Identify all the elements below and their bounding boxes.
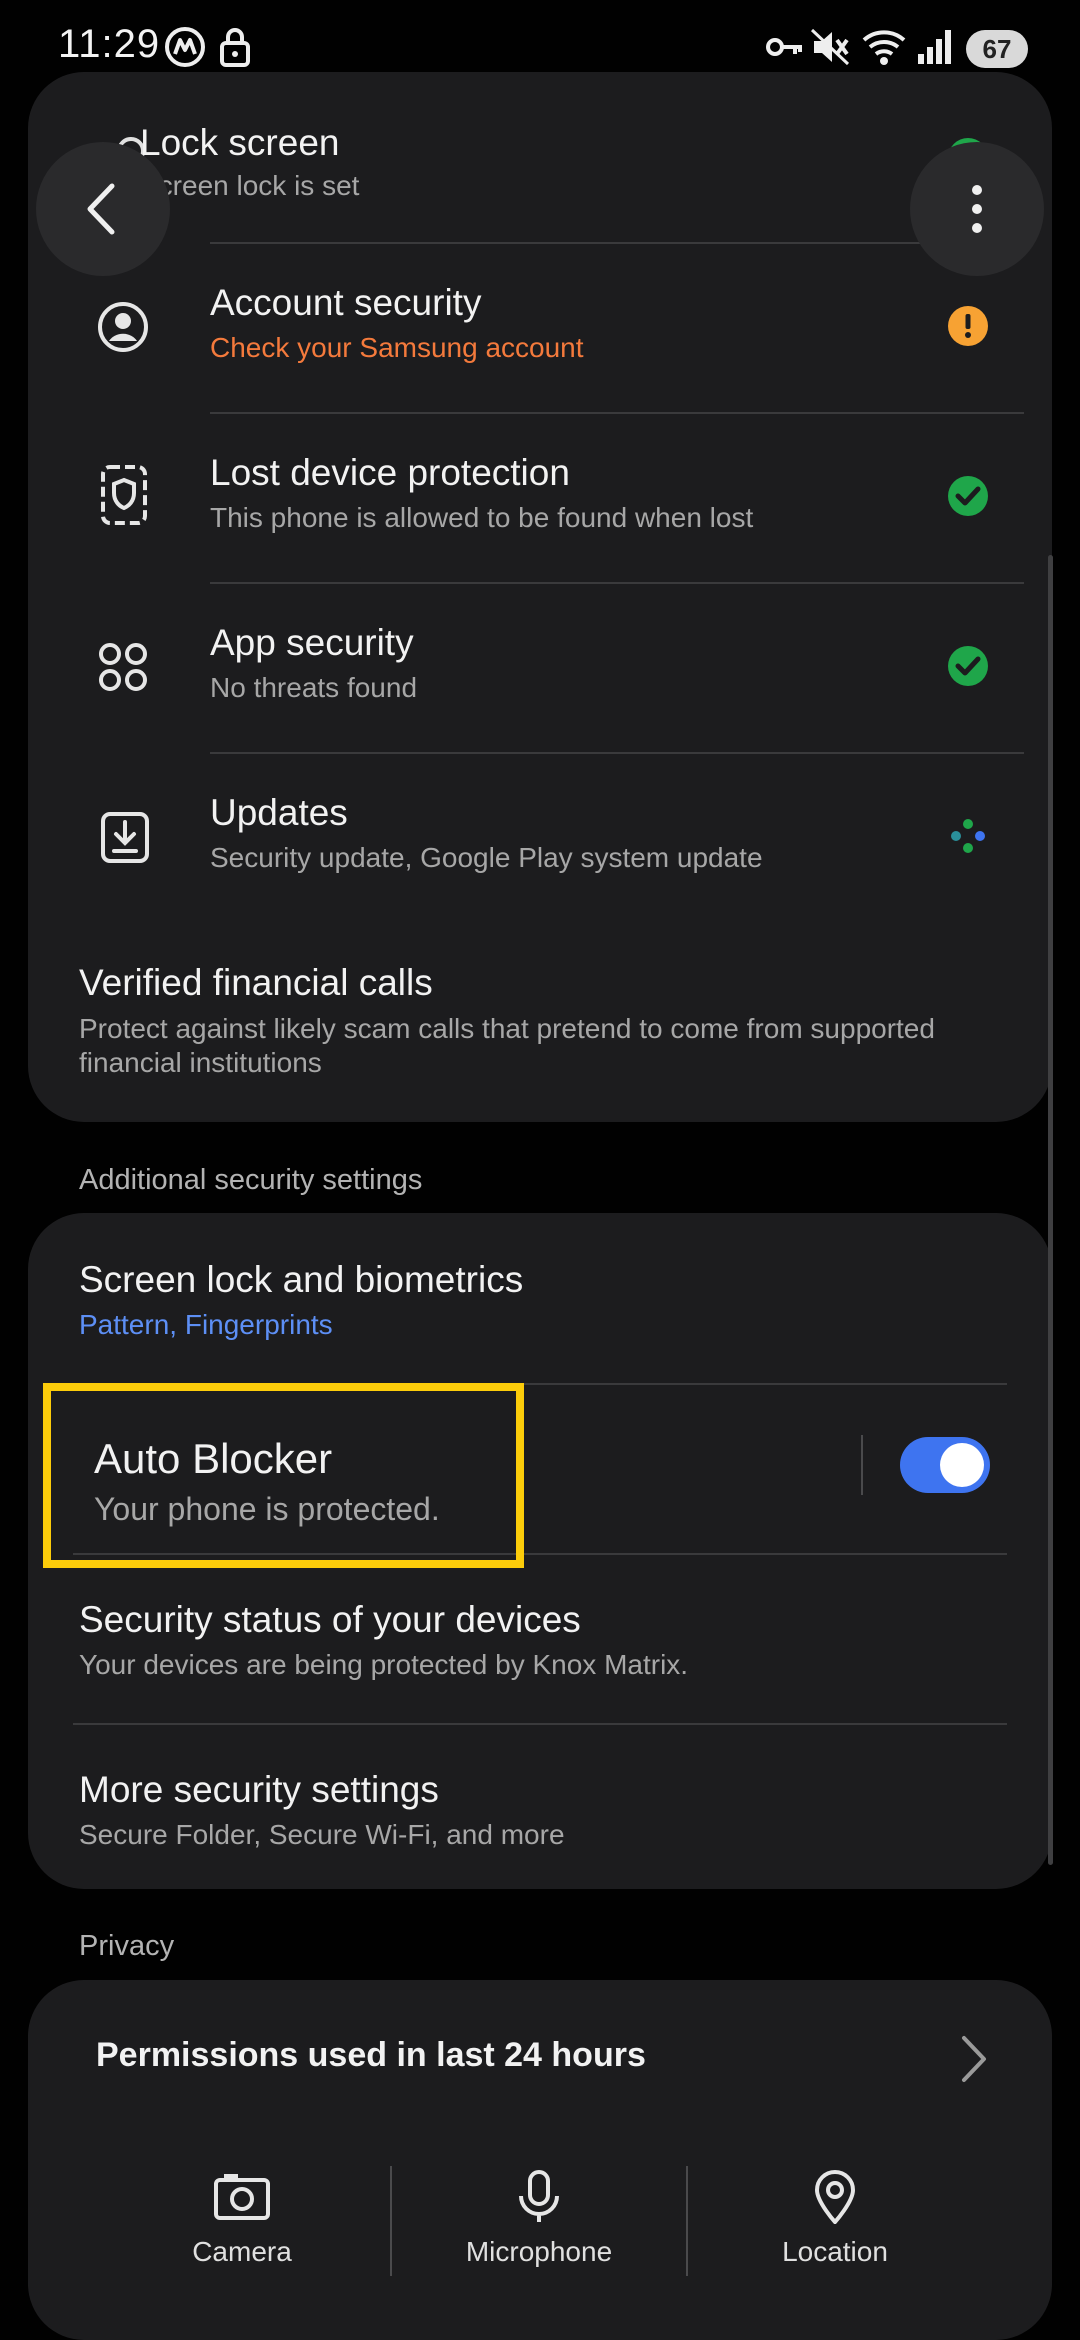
row-title: Account security	[210, 282, 482, 323]
row-subtitle: Secure Folder, Secure Wi-Fi, and more	[79, 1819, 565, 1850]
permission-label: Microphone	[465, 2236, 613, 2267]
device-shield-icon	[101, 465, 147, 525]
apps-grid-icon	[99, 643, 147, 691]
microphone-icon	[519, 2170, 559, 2222]
toggle-separator	[861, 1435, 863, 1495]
row-title: Permissions used in last 24 hours	[96, 2036, 646, 2074]
chevron-right-icon	[962, 2036, 986, 2082]
row-title: Updates	[210, 792, 348, 833]
permission-separator	[390, 2166, 392, 2276]
scrollbar[interactable]	[1048, 555, 1053, 1865]
highlight-box	[43, 1383, 524, 1568]
status-time: 11:29	[58, 22, 161, 66]
account-icon	[98, 302, 148, 352]
security-overview-card: Lock screen Screen lock is set Account s…	[28, 72, 1052, 1122]
permission-separator	[686, 2166, 688, 2276]
app-security-row[interactable]: App security No threats found	[28, 584, 1052, 752]
row-subtitle: Screen lock is set	[140, 170, 360, 201]
row-title: Security status of your devices	[79, 1599, 581, 1640]
security-status-devices-row[interactable]: Security status of your devices Your dev…	[28, 1555, 1052, 1723]
section-header-privacy: Privacy	[79, 1930, 175, 1962]
check-status-icon	[948, 476, 988, 516]
row-subtitle: Protect against likely scam calls that p…	[79, 1013, 935, 1078]
download-box-icon	[101, 812, 149, 863]
row-subtitle: No threats found	[210, 672, 418, 703]
row-subtitle: Your devices are being protected by Knox…	[79, 1649, 689, 1680]
permissions-used-row[interactable]: Permissions used in last 24 hours	[28, 1980, 1052, 2130]
permission-microphone[interactable]: Microphone	[409, 2170, 669, 2268]
row-subtitle: Check your Samsung account	[210, 332, 584, 363]
more-security-settings-row[interactable]: More security settings Secure Folder, Se…	[28, 1725, 1052, 1889]
row-title: Verified financial calls	[79, 962, 433, 1003]
account-security-row[interactable]: Account security Check your Samsung acco…	[28, 244, 1052, 412]
permission-label: Location	[782, 2236, 888, 2267]
signal-icon	[918, 30, 951, 64]
permission-label: Camera	[192, 2236, 292, 2267]
row-title: App security	[210, 622, 414, 663]
updates-row[interactable]: Updates Security update, Google Play sys…	[28, 754, 1052, 922]
verified-financial-calls-row[interactable]: Verified financial calls Protect against…	[28, 924, 1052, 1114]
row-title: Lost device protection	[210, 452, 570, 493]
lost-device-protection-row[interactable]: Lost device protection This phone is all…	[28, 414, 1052, 582]
row-subtitle: This phone is allowed to be found when l…	[210, 502, 754, 533]
warning-status-icon	[948, 306, 988, 346]
chevron-left-icon	[87, 183, 115, 235]
row-title: More security settings	[79, 1769, 439, 1810]
location-pin-icon	[814, 2170, 856, 2224]
row-title: Lock screen	[140, 122, 340, 163]
permission-location[interactable]: Location	[705, 2170, 965, 2268]
permission-camera[interactable]: Camera	[112, 2170, 372, 2268]
battery-icon: 67	[966, 30, 1028, 68]
row-title: Screen lock and biometrics	[79, 1259, 524, 1300]
screen-lock-biometrics-row[interactable]: Screen lock and biometrics Pattern, Fing…	[28, 1213, 1052, 1381]
camera-icon	[214, 2174, 270, 2220]
check-status-icon	[948, 646, 988, 686]
auto-blocker-toggle[interactable]	[900, 1437, 990, 1493]
lock-icon	[220, 28, 250, 67]
row-subtitle: Pattern, Fingerprints	[79, 1309, 333, 1340]
vpn-key-icon	[766, 38, 802, 56]
section-header-additional: Additional security settings	[79, 1164, 423, 1196]
toggle-knob	[940, 1443, 984, 1487]
loading-dots-icon	[951, 819, 985, 853]
lock-screen-row[interactable]: Lock screen Screen lock is set	[28, 72, 1052, 242]
more-vertical-icon	[972, 185, 982, 233]
row-subtitle: Security update, Google Play system upda…	[210, 842, 763, 873]
wifi-icon	[862, 30, 906, 65]
more-options-button[interactable]	[910, 142, 1044, 276]
mute-icon	[810, 28, 850, 66]
back-button[interactable]	[36, 142, 170, 276]
m-logo-icon	[165, 27, 205, 67]
privacy-card: Permissions used in last 24 hours Camera…	[28, 1980, 1052, 2340]
